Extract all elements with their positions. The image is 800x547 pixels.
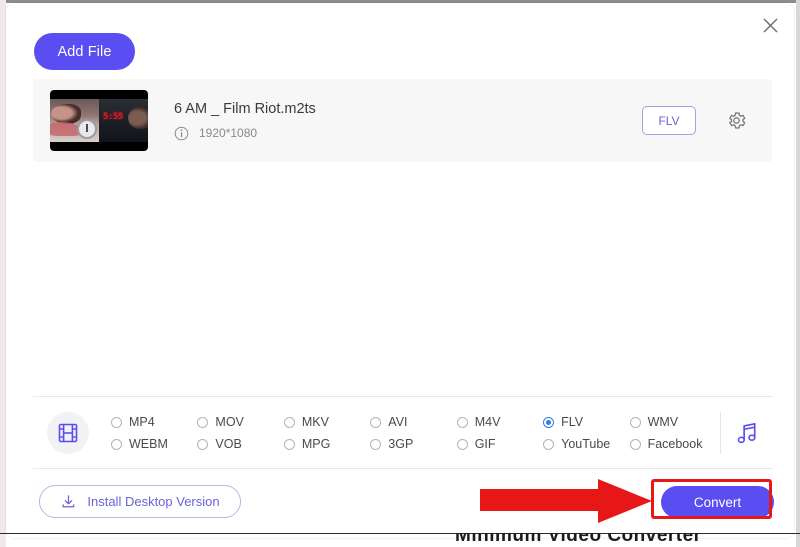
clock-digits: 5:55 <box>103 112 123 122</box>
format-option-label: WEBM <box>129 437 168 451</box>
format-option-label: VOB <box>215 437 242 451</box>
radio-icon <box>629 416 641 428</box>
app-root: Add File 5:55 6 AM _ Film Riot.m2ts 1920… <box>0 0 800 547</box>
install-desktop-version-label: Install Desktop Version <box>87 494 220 509</box>
format-option-label: YouTube <box>561 437 611 451</box>
radio-icon <box>456 438 468 450</box>
format-option-mp4[interactable]: MP4 <box>111 415 197 429</box>
format-option-label: AVI <box>388 415 408 429</box>
format-option-mkv[interactable]: MKV <box>283 415 370 429</box>
format-option-youtube[interactable]: YouTube <box>543 437 629 451</box>
format-option-label: MKV <box>301 415 329 429</box>
add-file-button[interactable]: Add File <box>34 33 135 70</box>
convert-button[interactable]: Convert <box>661 486 774 518</box>
close-button[interactable] <box>756 11 784 39</box>
music-note-icon <box>737 422 756 443</box>
format-option-label: MOV <box>215 415 244 429</box>
download-icon <box>62 495 75 508</box>
file-settings-button[interactable] <box>724 109 748 133</box>
format-bar-bottom-divider <box>33 468 773 469</box>
file-subinfo: 1920*1080 <box>174 126 642 141</box>
format-option-label: Facebook <box>647 437 703 451</box>
format-option-label: FLV <box>561 415 584 429</box>
format-option-gif[interactable]: GIF <box>456 437 543 451</box>
video-formats-button[interactable] <box>47 412 89 454</box>
format-option-3gp[interactable]: 3GP <box>370 437 456 451</box>
radio-icon <box>197 438 209 450</box>
format-selector-bar: MP4 MOV MKV AVI M4V FLV WMV WEBM VOB MPG… <box>33 401 773 465</box>
radio-icon <box>543 416 555 428</box>
thumbnail-scene-right: 5:55 <box>99 99 148 142</box>
radio-icon <box>456 416 468 428</box>
audio-formats-button[interactable] <box>721 420 773 447</box>
radio-icon <box>111 438 122 450</box>
file-meta: 6 AM _ Film Riot.m2ts 1920*1080 <box>174 101 642 141</box>
radio-icon <box>370 438 382 450</box>
format-option-label: GIF <box>474 437 496 451</box>
install-desktop-version-button[interactable]: Install Desktop Version <box>39 485 241 518</box>
radio-icon <box>197 416 209 428</box>
converter-dialog: Add File 5:55 6 AM _ Film Riot.m2ts 1920… <box>6 3 794 538</box>
format-option-wmv[interactable]: WMV <box>629 415 716 429</box>
radio-icon <box>370 416 382 428</box>
format-option-avi[interactable]: AVI <box>370 415 456 429</box>
info-icon <box>174 126 189 140</box>
format-bar-top-divider <box>33 396 773 397</box>
gear-icon <box>728 112 745 129</box>
format-options-grid: MP4 MOV MKV AVI M4V FLV WMV WEBM VOB MPG… <box>111 411 716 455</box>
radio-icon <box>629 438 641 450</box>
page-caption: Minimum Video Converter <box>0 533 800 547</box>
format-option-mpg[interactable]: MPG <box>283 437 370 451</box>
format-option-label: WMV <box>647 415 679 429</box>
file-name: 6 AM _ Film Riot.m2ts <box>174 100 316 117</box>
video-thumbnail: 5:55 <box>50 90 148 151</box>
format-option-label: M4V <box>474 415 501 429</box>
format-option-flv[interactable]: FLV <box>543 415 629 429</box>
output-format-button[interactable]: FLV <box>642 106 696 135</box>
format-option-facebook[interactable]: Facebook <box>629 437 716 451</box>
page-caption-text: Minimum Video Converter <box>455 533 702 546</box>
radio-icon <box>283 438 295 450</box>
thumbnail-scene-left <box>50 99 99 142</box>
format-option-vob[interactable]: VOB <box>197 437 283 451</box>
close-icon <box>763 18 777 32</box>
page-right-edge <box>796 0 800 547</box>
file-resolution: 1920*1080 <box>199 126 258 140</box>
format-option-label: 3GP <box>388 437 414 451</box>
format-option-mov[interactable]: MOV <box>197 415 283 429</box>
format-option-label: MP4 <box>129 415 155 429</box>
radio-icon <box>543 438 555 450</box>
film-strip-icon <box>58 423 78 443</box>
radio-icon <box>283 416 295 428</box>
radio-icon <box>111 416 122 428</box>
format-option-webm[interactable]: WEBM <box>111 437 197 451</box>
file-list-item[interactable]: 5:55 6 AM _ Film Riot.m2ts 1920*1080 FLV <box>33 79 772 162</box>
format-option-label: MPG <box>301 437 331 451</box>
format-option-m4v[interactable]: M4V <box>456 415 543 429</box>
alarm-clock-icon <box>77 119 97 139</box>
